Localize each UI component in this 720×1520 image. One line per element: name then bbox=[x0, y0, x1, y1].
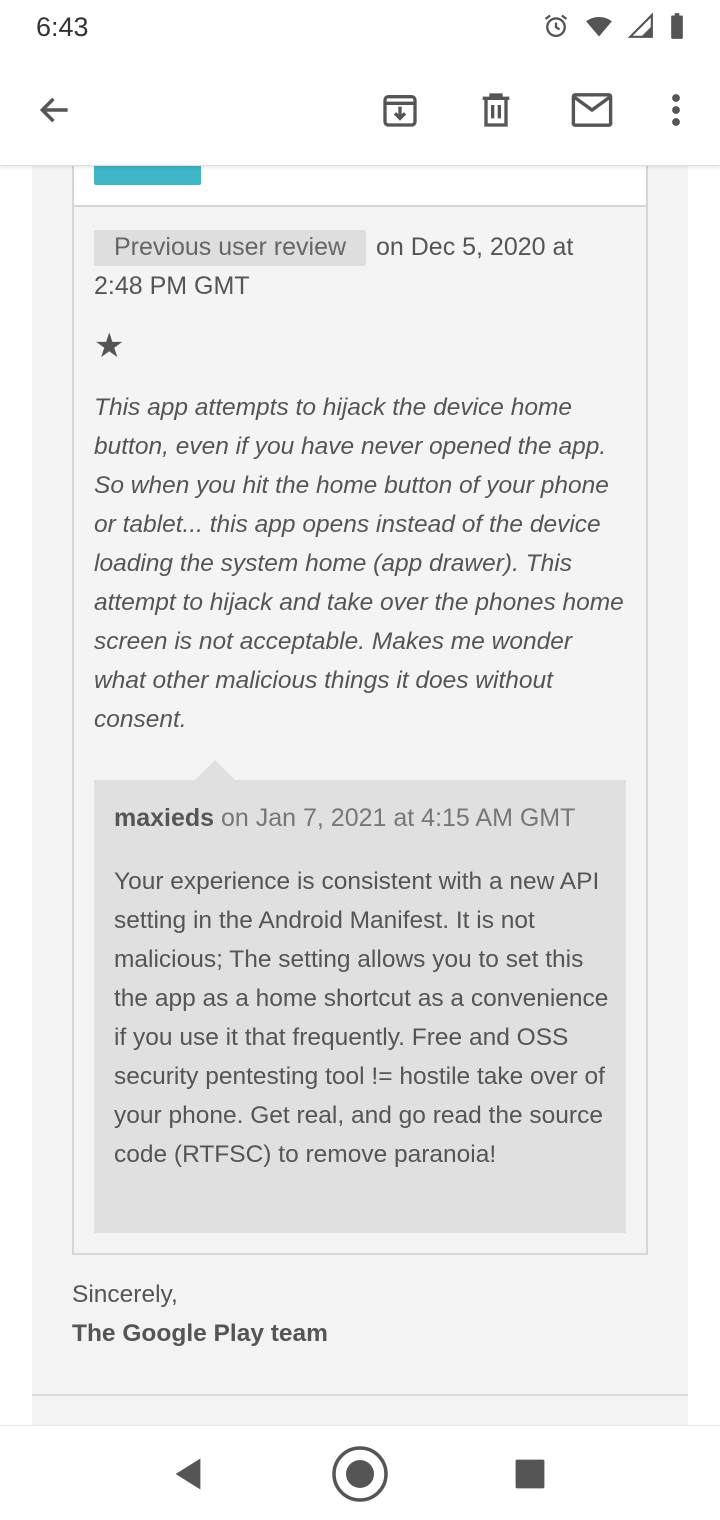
reply-date: on Jan 7, 2021 at 4:15 AM GMT bbox=[214, 804, 576, 832]
status-icons bbox=[542, 12, 686, 40]
reply-header: maxieds on Jan 7, 2021 at 4:15 AM GMT bbox=[114, 800, 575, 836]
divider bbox=[32, 1394, 688, 1396]
status-time: 6:43 bbox=[36, 12, 89, 42]
battery-icon bbox=[671, 13, 683, 39]
archive-button[interactable] bbox=[374, 84, 426, 136]
review-text: This app attempts to hijack the device h… bbox=[94, 394, 624, 733]
signal-icon bbox=[628, 12, 653, 38]
nav-recents-button[interactable] bbox=[500, 1444, 560, 1504]
status-bar: 6:43 bbox=[0, 0, 720, 54]
reply-author: maxieds bbox=[114, 804, 215, 832]
more-vert-icon bbox=[672, 94, 680, 126]
archive-icon bbox=[383, 95, 417, 127]
alarm-icon bbox=[544, 14, 568, 38]
mark-unread-icon bbox=[571, 93, 613, 127]
reply-pointer bbox=[195, 760, 235, 780]
review-header: Previous user review on Dec 5, 2020 at 2… bbox=[94, 228, 614, 306]
app-bar bbox=[0, 54, 720, 166]
mark-unread-button[interactable] bbox=[566, 84, 618, 136]
more-options-button[interactable] bbox=[650, 84, 702, 136]
back-button[interactable] bbox=[29, 84, 81, 136]
email-content: Previous user review on Dec 5, 2020 at 2… bbox=[0, 166, 720, 1425]
delete-button[interactable] bbox=[470, 84, 522, 136]
recents-square-icon bbox=[515, 1459, 545, 1489]
signoff-closing: Sincerely, bbox=[72, 1281, 178, 1308]
delete-icon bbox=[482, 93, 510, 127]
reply-text: Your experience is consistent with a new… bbox=[114, 868, 609, 1168]
nav-home-button[interactable] bbox=[330, 1444, 390, 1504]
home-circle-icon bbox=[332, 1446, 388, 1502]
previous-review-tag: Previous user review bbox=[94, 230, 367, 266]
nav-back-button[interactable] bbox=[158, 1444, 218, 1504]
reply-button[interactable] bbox=[94, 166, 201, 185]
navigation-bar bbox=[0, 1425, 720, 1520]
signoff-team: The Google Play team bbox=[72, 1320, 328, 1347]
developer-reply-card: maxieds on Jan 7, 2021 at 4:15 AM GMT Yo… bbox=[94, 760, 626, 1233]
wifi-icon bbox=[586, 16, 612, 37]
back-triangle-icon bbox=[175, 1458, 201, 1490]
back-arrow-icon bbox=[39, 97, 68, 123]
star-rating-icon: ★ bbox=[94, 327, 125, 365]
signoff: Sincerely, The Google Play team bbox=[72, 1275, 328, 1353]
